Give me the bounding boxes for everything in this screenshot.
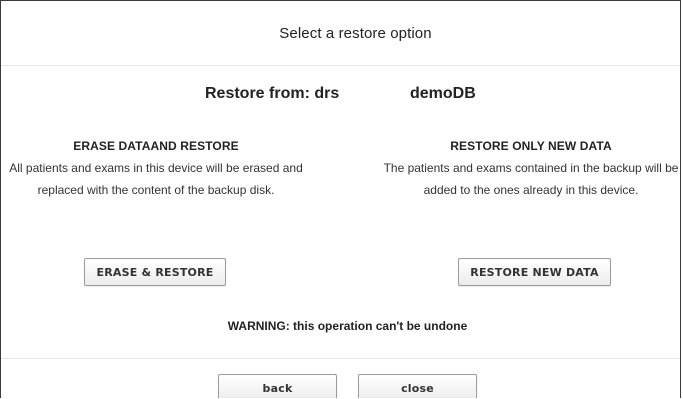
back-button[interactable]: back bbox=[218, 374, 337, 398]
restore-source-row: Restore from: drs demoDB bbox=[1, 85, 680, 107]
dialog-header: Select a restore option bbox=[1, 1, 680, 66]
close-button[interactable]: close bbox=[358, 374, 477, 398]
restore-new-option-heading: RESTORE ONLY NEW DATA bbox=[450, 139, 612, 153]
restore-new-data-button[interactable]: RESTORE NEW DATA bbox=[458, 258, 611, 286]
restore-dialog: Select a restore option Restore from: dr… bbox=[0, 0, 681, 398]
warning-message: WARNING: this operation can't be undone bbox=[227, 319, 468, 333]
erase-option-heading: ERASE DATAAND RESTORE bbox=[73, 139, 239, 153]
footer-divider bbox=[1, 358, 680, 359]
restore-source-database: demoDB bbox=[410, 85, 476, 102]
erase-restore-button[interactable]: ERASE & RESTORE bbox=[84, 258, 226, 286]
dialog-title: Select a restore option bbox=[279, 24, 432, 42]
restore-new-option-description: The patients and exams contained in the … bbox=[383, 161, 679, 197]
erase-option-panel: ERASE DATAAND RESTORE All patients and e… bbox=[1, 139, 311, 201]
restore-new-option-panel: RESTORE ONLY NEW DATA The patients and e… bbox=[377, 139, 680, 201]
restore-source-label: Restore from: drs bbox=[205, 85, 340, 102]
erase-option-description: All patients and exams in this device wi… bbox=[9, 161, 303, 197]
